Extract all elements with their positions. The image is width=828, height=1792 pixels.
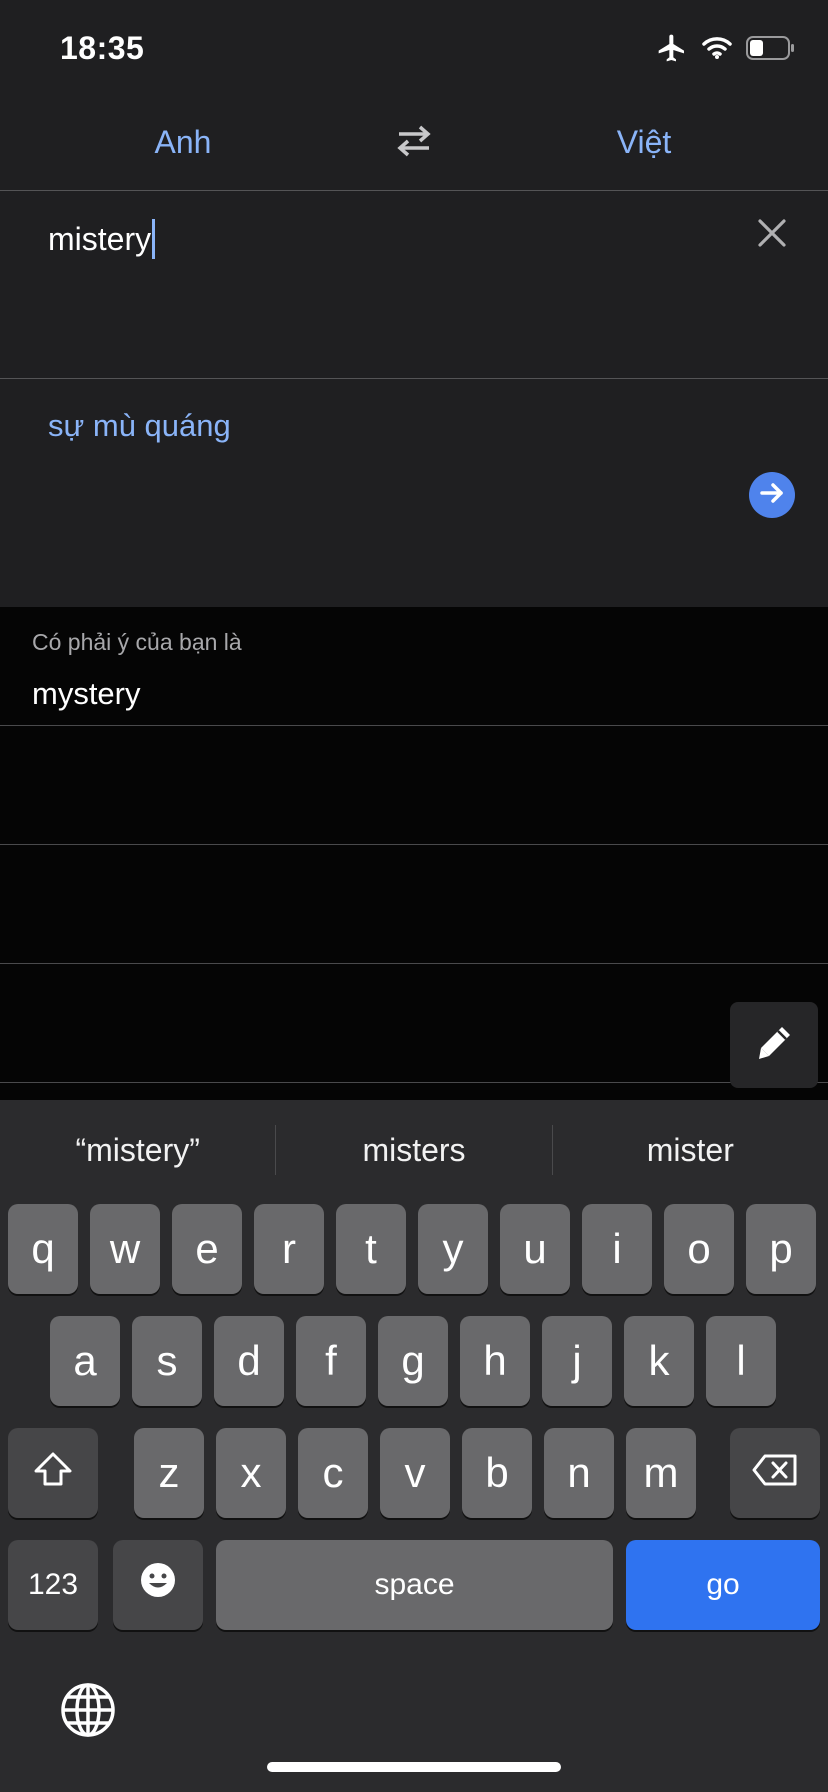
- close-icon: [757, 218, 787, 253]
- key-i[interactable]: i: [582, 1204, 652, 1294]
- source-text-input[interactable]: mistery: [48, 219, 156, 259]
- home-indicator[interactable]: [267, 1762, 561, 1772]
- key-j[interactable]: j: [542, 1316, 612, 1406]
- key-k[interactable]: k: [624, 1316, 694, 1406]
- emoji-key[interactable]: [113, 1540, 203, 1630]
- source-text-area[interactable]: mistery: [0, 191, 828, 379]
- numbers-key[interactable]: 123: [8, 1540, 98, 1630]
- key-c[interactable]: c: [298, 1428, 368, 1518]
- emoji-icon: [139, 1561, 177, 1609]
- airplane-icon: [656, 32, 688, 69]
- key-q[interactable]: q: [8, 1204, 78, 1294]
- wifi-icon: [702, 35, 732, 66]
- source-text-value: mistery: [48, 220, 152, 257]
- arrow-right-icon: [757, 478, 787, 513]
- list-item: [0, 964, 828, 1083]
- status-time: 18:35: [60, 30, 145, 66]
- target-language-button[interactable]: Việt: [534, 124, 754, 161]
- key-u[interactable]: u: [500, 1204, 570, 1294]
- key-p[interactable]: p: [746, 1204, 816, 1294]
- shift-key[interactable]: [8, 1428, 98, 1518]
- key-o[interactable]: o: [664, 1204, 734, 1294]
- key-e[interactable]: e: [172, 1204, 242, 1294]
- globe-key[interactable]: [58, 1682, 118, 1742]
- pen-icon: [754, 1023, 794, 1068]
- battery-icon: [746, 35, 796, 66]
- key-l[interactable]: l: [706, 1316, 776, 1406]
- backspace-icon: [751, 1449, 799, 1497]
- language-bar: Anh Việt: [0, 96, 828, 191]
- shift-icon: [33, 1449, 73, 1497]
- key-h[interactable]: h: [460, 1316, 530, 1406]
- list-item: [0, 726, 828, 845]
- source-language-button[interactable]: Anh: [73, 124, 293, 161]
- prediction-bar: “mistery” misters mister: [0, 1100, 828, 1200]
- translation-result-area[interactable]: sự mù quáng: [0, 379, 828, 607]
- key-w[interactable]: w: [90, 1204, 160, 1294]
- key-b[interactable]: b: [462, 1428, 532, 1518]
- prediction-1[interactable]: “mistery”: [0, 1125, 275, 1175]
- status-icons: [656, 34, 796, 66]
- did-you-mean-word[interactable]: mystery: [32, 676, 141, 712]
- did-you-mean-label: Có phải ý của bạn là: [32, 629, 242, 655]
- space-key[interactable]: space: [216, 1540, 613, 1630]
- key-y[interactable]: y: [418, 1204, 488, 1294]
- key-s[interactable]: s: [132, 1316, 202, 1406]
- swap-icon: [393, 124, 435, 163]
- open-translation-button[interactable]: [749, 472, 795, 518]
- text-caret: [152, 219, 156, 259]
- prediction-3[interactable]: mister: [553, 1125, 828, 1175]
- delete-key[interactable]: [730, 1428, 820, 1518]
- key-g[interactable]: g: [378, 1316, 448, 1406]
- translation-text[interactable]: sự mù quáng: [48, 408, 231, 444]
- swap-languages-button[interactable]: [387, 119, 441, 167]
- key-r[interactable]: r: [254, 1204, 324, 1294]
- key-x[interactable]: x: [216, 1428, 286, 1518]
- clear-text-button[interactable]: [752, 215, 792, 255]
- key-z[interactable]: z: [134, 1428, 204, 1518]
- key-v[interactable]: v: [380, 1428, 450, 1518]
- key-d[interactable]: d: [214, 1316, 284, 1406]
- key-a[interactable]: a: [50, 1316, 120, 1406]
- key-m[interactable]: m: [626, 1428, 696, 1518]
- globe-icon: [60, 1682, 116, 1743]
- key-f[interactable]: f: [296, 1316, 366, 1406]
- key-n[interactable]: n: [544, 1428, 614, 1518]
- key-t[interactable]: t: [336, 1204, 406, 1294]
- handwriting-button[interactable]: [730, 1002, 818, 1088]
- go-key[interactable]: go: [626, 1540, 820, 1630]
- did-you-mean-row[interactable]: Có phải ý của bạn là mystery: [0, 607, 828, 726]
- prediction-2[interactable]: misters: [276, 1125, 551, 1175]
- list-item: [0, 845, 828, 964]
